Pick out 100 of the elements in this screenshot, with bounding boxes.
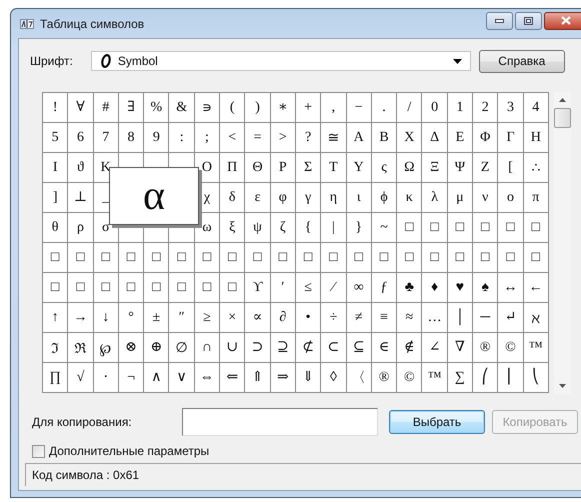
character-cell[interactable]: { [296,213,320,242]
character-cell[interactable]: Π [220,153,244,182]
character-cell[interactable]: ⇔ [194,363,220,392]
character-cell[interactable]: Η [524,123,548,152]
character-cell[interactable]: □ [448,243,472,272]
character-cell[interactable]: 0 [422,93,447,122]
character-cell[interactable]: π [524,183,548,212]
character-cell[interactable]: Α [346,123,371,152]
character-cell[interactable]: δ [220,183,244,212]
character-cell[interactable]: ⇑ [245,363,270,392]
character-cell[interactable]: 3 [498,93,523,122]
character-cell[interactable]: Ρ [270,153,295,182]
character-cell[interactable]: ⇐ [220,363,244,392]
character-cell[interactable]: ⊃ [245,333,270,362]
character-cell[interactable]: ≠ [346,303,371,332]
character-cell[interactable]: □ [118,273,144,302]
character-cell[interactable]: ) [245,93,270,122]
character-cell[interactable]: ∨ [169,363,194,392]
character-cell[interactable]: Θ [245,153,270,182]
character-cell[interactable]: © [397,363,422,392]
character-cell[interactable]: → [68,303,93,332]
character-cell[interactable]: ♥ [448,273,472,302]
character-cell[interactable]: ∑ [448,363,472,392]
character-cell[interactable]: ≤ [296,273,320,302]
character-cell[interactable]: ∪ [220,333,244,362]
character-cell[interactable]: Δ [422,123,447,152]
character-cell[interactable]: ε [245,183,270,212]
character-cell[interactable]: 〈 [346,363,371,392]
character-cell[interactable]: # [94,93,118,122]
character-cell[interactable]: Ε [448,123,472,152]
character-cell[interactable]: • [296,303,320,332]
character-cell[interactable]: = [245,123,270,152]
character-cell[interactable]: ÷ [321,303,346,332]
character-cell[interactable]: < [220,123,244,152]
character-cell[interactable]: μ [448,183,472,212]
character-cell[interactable]: ™ [422,363,447,392]
character-cell[interactable]: ⊗ [118,333,144,362]
character-cell[interactable]: Ψ [448,153,472,182]
character-cell[interactable]: □ [68,273,93,302]
character-cell[interactable]: □ [43,273,68,302]
character-cell[interactable]: ⊆ [346,333,371,362]
character-cell[interactable]: ⊥ [68,183,93,212]
character-cell[interactable]: □ [118,243,144,272]
character-cell[interactable]: □ [524,243,548,272]
character-cell[interactable]: ≈ [397,303,422,332]
character-cell[interactable]: □ [498,243,523,272]
character-cell[interactable]: │ [448,303,472,332]
character-cell[interactable]: ♣ [397,273,422,302]
character-cell[interactable]: ⊕ [144,333,168,362]
character-cell[interactable]: ∈ [372,333,396,362]
character-cell[interactable]: , [321,93,346,122]
character-cell[interactable]: ↵ [498,303,523,332]
character-cell[interactable]: Τ [321,153,346,182]
character-cell[interactable]: ″ [169,303,194,332]
character-cell[interactable]: . [372,93,396,122]
character-cell[interactable]: ⋅ [94,363,118,392]
character-cell[interactable]: □ [245,243,270,272]
character-cell[interactable]: ~ [372,213,396,242]
character-cell[interactable]: □ [473,243,498,272]
character-cell[interactable]: □ [94,243,118,272]
character-cell[interactable]: θ [43,213,68,242]
advanced-checkbox[interactable] [32,444,45,458]
character-cell[interactable]: 6 [68,123,93,152]
character-cell[interactable]: ς [372,153,396,182]
character-cell[interactable]: ∏ [43,363,68,392]
character-cell[interactable]: ° [118,303,144,332]
character-cell[interactable]: + [296,93,320,122]
character-cell[interactable]: □ [94,273,118,302]
character-cell[interactable]: 2 [473,93,498,122]
character-cell[interactable]: ψ [245,213,270,242]
character-cell[interactable]: □ [144,273,168,302]
character-cell[interactable]: × [220,303,244,332]
character-cell[interactable]: [ [498,153,523,182]
font-dropdown[interactable]: Symbol [90,51,471,71]
character-cell[interactable]: □ [68,243,93,272]
character-cell[interactable]: ® [372,363,396,392]
character-cell[interactable]: ∀ [68,93,93,122]
character-cell[interactable]: ⎝ [524,363,548,392]
character-cell[interactable]: □ [194,243,220,272]
character-cell[interactable]: φ [270,183,295,212]
character-cell[interactable]: ← [524,273,548,302]
character-cell[interactable]: ν [473,183,498,212]
help-button[interactable]: Справка [478,50,565,72]
character-cell[interactable]: ϕ [372,183,396,212]
character-cell[interactable]: ο [498,183,523,212]
character-cell[interactable]: ⊇ [270,333,295,362]
character-cell[interactable]: 9 [144,123,168,152]
character-cell[interactable]: ⎛ [473,363,498,392]
character-cell[interactable]: ∞ [346,273,371,302]
character-cell[interactable]: ⎜ [498,363,523,392]
copy-field[interactable] [182,408,378,436]
character-cell[interactable]: ϒ [245,273,270,302]
character-cell[interactable]: ℜ [68,333,93,362]
character-cell[interactable]: ∝ [245,303,270,332]
action-button[interactable]: Выбрать [389,410,485,434]
character-cell[interactable]: √ [68,363,93,392]
character-cell[interactable]: / [397,93,422,122]
character-cell[interactable]: ⊂ [321,333,346,362]
character-cell[interactable]: □ [270,243,295,272]
character-cell[interactable]: 1 [448,93,472,122]
